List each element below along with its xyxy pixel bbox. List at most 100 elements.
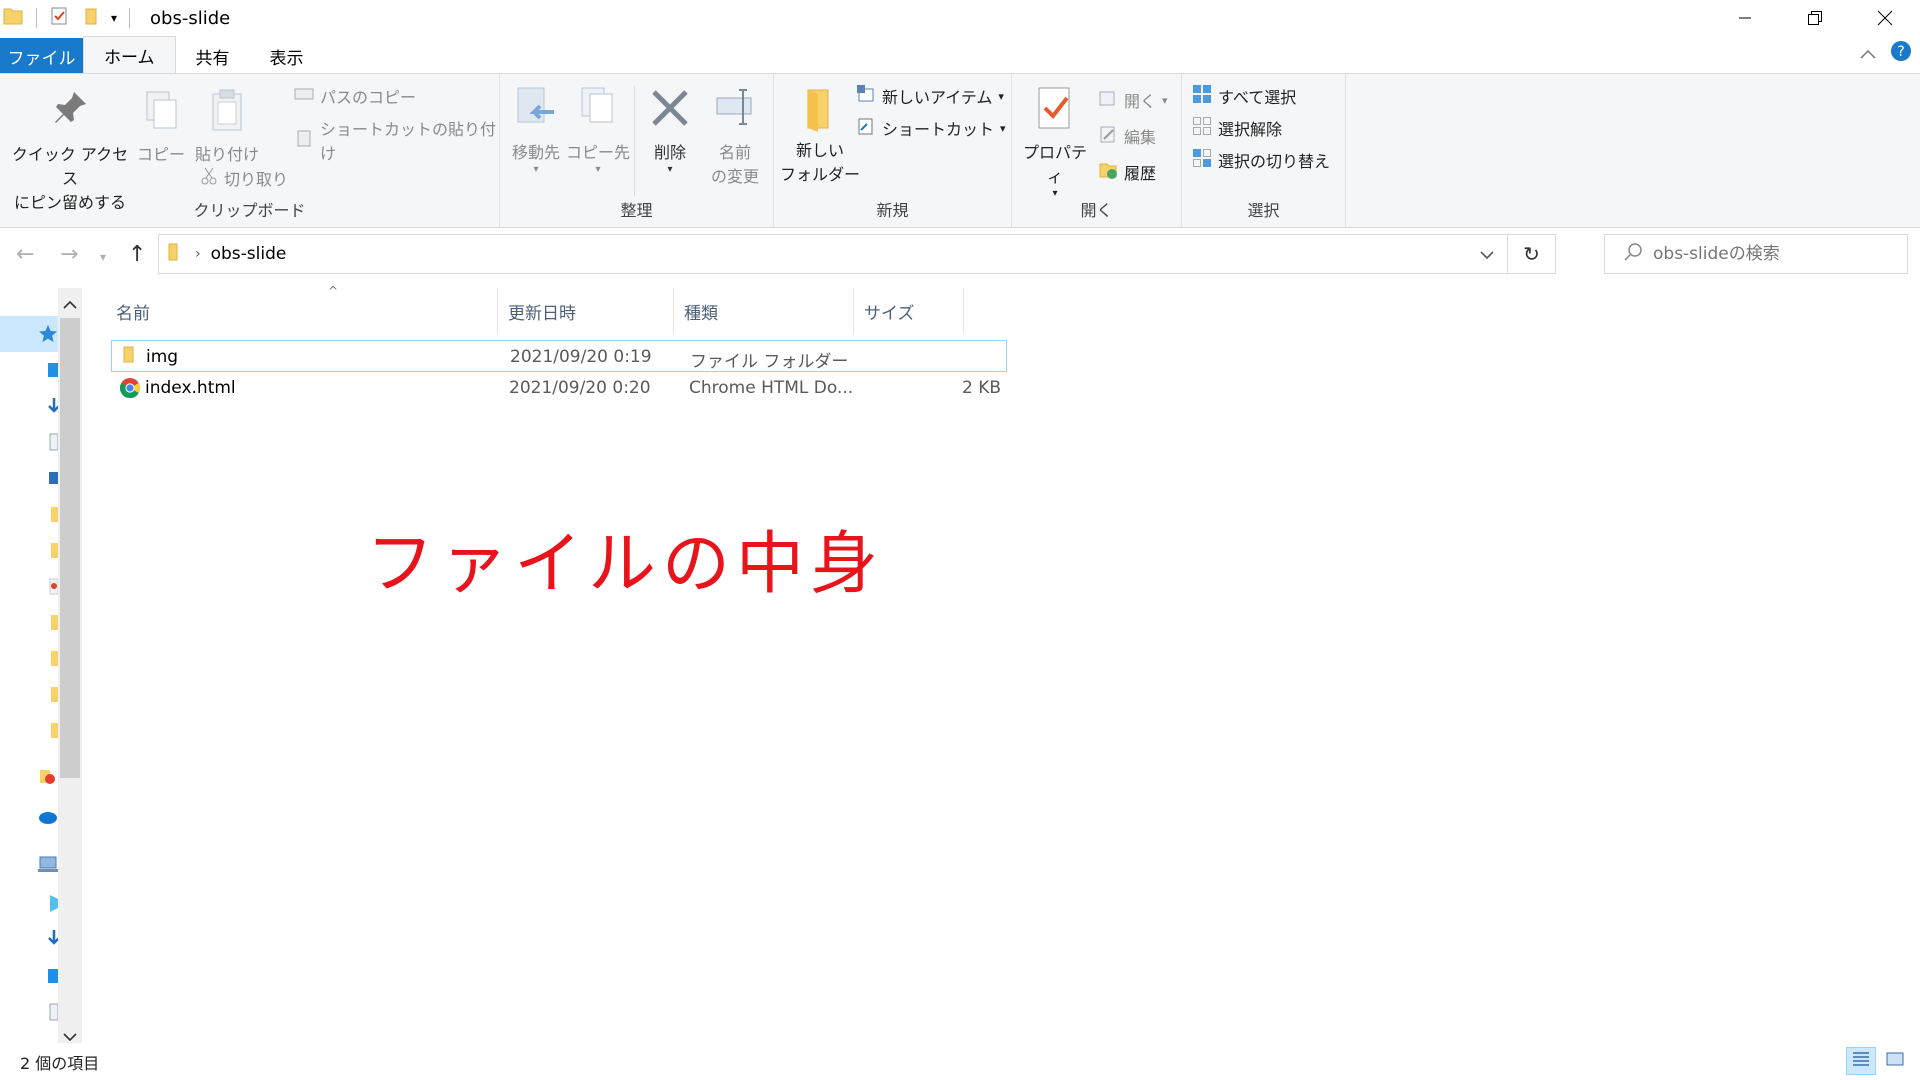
onedrive-icon[interactable] xyxy=(38,806,58,826)
address-bar[interactable]: › obs-slide xyxy=(158,234,1508,274)
tab-file[interactable]: ファイル xyxy=(0,38,83,74)
folder-icon[interactable] xyxy=(38,648,58,668)
open-icon xyxy=(1098,88,1118,112)
downloads-icon[interactable] xyxy=(38,928,60,948)
chevron-down-icon: ▾ xyxy=(998,89,1004,103)
properties-button[interactable]: プロパティ ▾ xyxy=(1018,84,1092,199)
history-button[interactable]: 履歴 xyxy=(1098,160,1156,184)
edit-icon xyxy=(1098,124,1118,148)
collapse-ribbon-icon[interactable] xyxy=(1860,43,1876,64)
copy-to-button[interactable]: コピー先 ▾ xyxy=(566,84,630,175)
rename-button[interactable]: 名前 の変更 xyxy=(702,84,768,189)
3d-objects-icon[interactable] xyxy=(38,892,58,912)
new-item-button[interactable]: 新しいアイテム ▾ xyxy=(856,84,1004,108)
clipboard-group-label: クリップボード xyxy=(193,201,306,220)
select-none-button[interactable]: 選択解除 xyxy=(1192,116,1282,140)
annotation-text: ファイルの中身 xyxy=(366,525,885,604)
recent-locations-icon[interactable]: ▾ xyxy=(100,250,106,264)
scroll-up-icon[interactable] xyxy=(63,294,77,315)
delete-button[interactable]: 削除 ▾ xyxy=(640,84,700,175)
history-icon xyxy=(1098,160,1118,184)
this-pc-icon[interactable] xyxy=(38,854,58,874)
clipboard-group: クイック アクセス にピン留めする コピー 貼り付け パスのコピー ショートカッ… xyxy=(0,74,500,227)
documents-icon[interactable] xyxy=(38,432,59,452)
column-header-modified[interactable]: 更新日時 xyxy=(498,288,674,334)
new-group-label: 新規 xyxy=(876,201,909,220)
move-to-button[interactable]: 移動先 ▾ xyxy=(506,84,566,175)
new-folder-button[interactable]: 新しい フォルダー xyxy=(780,86,860,187)
restore-icon[interactable] xyxy=(1780,0,1850,36)
scrollbar-thumb[interactable] xyxy=(60,318,80,778)
chevron-down-icon: ▾ xyxy=(1000,121,1006,135)
window-title: obs-slide xyxy=(150,7,231,29)
search-box[interactable] xyxy=(1604,234,1908,274)
column-header-name[interactable]: 名前 ^ xyxy=(116,284,498,334)
svg-text:?: ? xyxy=(1897,44,1904,60)
copy-path-button[interactable]: パスのコピー xyxy=(294,84,416,108)
minimize-icon[interactable] xyxy=(1710,0,1780,36)
nav-pane-scrollbar[interactable] xyxy=(58,288,82,1043)
address-dropdown-icon[interactable] xyxy=(1479,245,1495,266)
cut-button[interactable]: 切り取り xyxy=(200,166,288,190)
file-list: 名前 ^ 更新日時 種類 サイズ img 2021/09/20 0:19 ファイ… xyxy=(84,284,1920,1043)
select-all-button[interactable]: すべて選択 xyxy=(1192,84,1296,108)
copy-button[interactable]: コピー xyxy=(136,88,186,167)
column-header-type[interactable]: 種類 xyxy=(674,288,854,334)
up-arrow-icon[interactable]: ↑ xyxy=(128,242,146,267)
chevron-down-icon: ▾ xyxy=(1162,93,1168,107)
folder-icon[interactable] xyxy=(38,540,58,560)
tab-view[interactable]: 表示 xyxy=(250,38,324,74)
large-icons-view-button[interactable] xyxy=(1880,1047,1910,1075)
back-arrow-icon[interactable]: ← xyxy=(16,242,34,267)
downloads-icon[interactable] xyxy=(38,396,60,416)
folder-icon[interactable] xyxy=(38,504,58,524)
pin-to-quick-access-button[interactable]: クイック アクセス にピン留めする xyxy=(8,88,132,215)
breadcrumb-obs-slide[interactable]: obs-slide xyxy=(211,244,287,264)
column-header-size[interactable]: サイズ xyxy=(854,288,964,334)
folder-icon xyxy=(122,345,138,370)
new-folder-quick-icon[interactable] xyxy=(83,6,101,31)
paste-button[interactable]: 貼り付け xyxy=(192,88,262,167)
properties-quick-icon[interactable] xyxy=(49,6,69,31)
copy-icon xyxy=(141,88,181,141)
open-button[interactable]: 開く ▾ xyxy=(1098,88,1168,112)
new-item-icon xyxy=(856,84,876,108)
folder-icon[interactable] xyxy=(38,684,58,704)
creative-cloud-icon[interactable] xyxy=(38,766,58,786)
breadcrumb-separator-icon[interactable]: › xyxy=(195,246,201,262)
pictures-icon[interactable] xyxy=(38,468,58,488)
copy-to-icon xyxy=(576,84,620,141)
folder-icon xyxy=(2,5,24,32)
shortcut-icon xyxy=(856,116,876,140)
quick-access-star-icon[interactable] xyxy=(38,324,58,344)
folder-icon[interactable] xyxy=(38,720,58,740)
invert-selection-button[interactable]: 選択の切り替え xyxy=(1192,148,1330,172)
folder-icon[interactable] xyxy=(38,612,58,632)
search-input[interactable] xyxy=(1653,244,1893,264)
chevron-down-icon[interactable]: ▾ xyxy=(111,11,117,25)
edit-button[interactable]: 編集 xyxy=(1098,124,1156,148)
help-icon[interactable]: ? xyxy=(1890,40,1912,67)
table-row[interactable]: img 2021/09/20 0:19 ファイル フォルダー xyxy=(111,340,1007,372)
tab-share[interactable]: 共有 xyxy=(176,38,250,74)
easy-access-button[interactable]: ショートカット ▾ xyxy=(856,116,1006,140)
desktop-icon[interactable] xyxy=(38,966,58,986)
refresh-button[interactable]: ↻ xyxy=(1508,234,1556,274)
forward-arrow-icon[interactable]: → xyxy=(60,242,78,267)
app-folder-icon[interactable] xyxy=(38,576,59,596)
desktop-icon[interactable] xyxy=(38,360,58,380)
close-icon[interactable] xyxy=(1850,0,1920,36)
paste-shortcut-button[interactable]: ショートカットの貼り付け xyxy=(294,116,499,164)
ribbon-tabs: ファイル ホーム 共有 表示 ? xyxy=(0,36,1920,74)
tab-home[interactable]: ホーム xyxy=(83,36,176,74)
documents-icon[interactable] xyxy=(38,1002,59,1022)
file-size: 2 KB xyxy=(961,378,1001,398)
large-icons-view-icon xyxy=(1885,1050,1905,1073)
details-view-button[interactable] xyxy=(1846,1047,1876,1075)
details-view-icon xyxy=(1851,1050,1871,1073)
sort-ascending-icon: ^ xyxy=(328,284,339,298)
select-group-label: 選択 xyxy=(1247,201,1280,220)
rename-icon xyxy=(713,84,757,141)
file-name: img xyxy=(146,347,179,367)
table-row[interactable]: index.html 2021/09/20 0:20 Chrome HTML D… xyxy=(111,372,1007,404)
